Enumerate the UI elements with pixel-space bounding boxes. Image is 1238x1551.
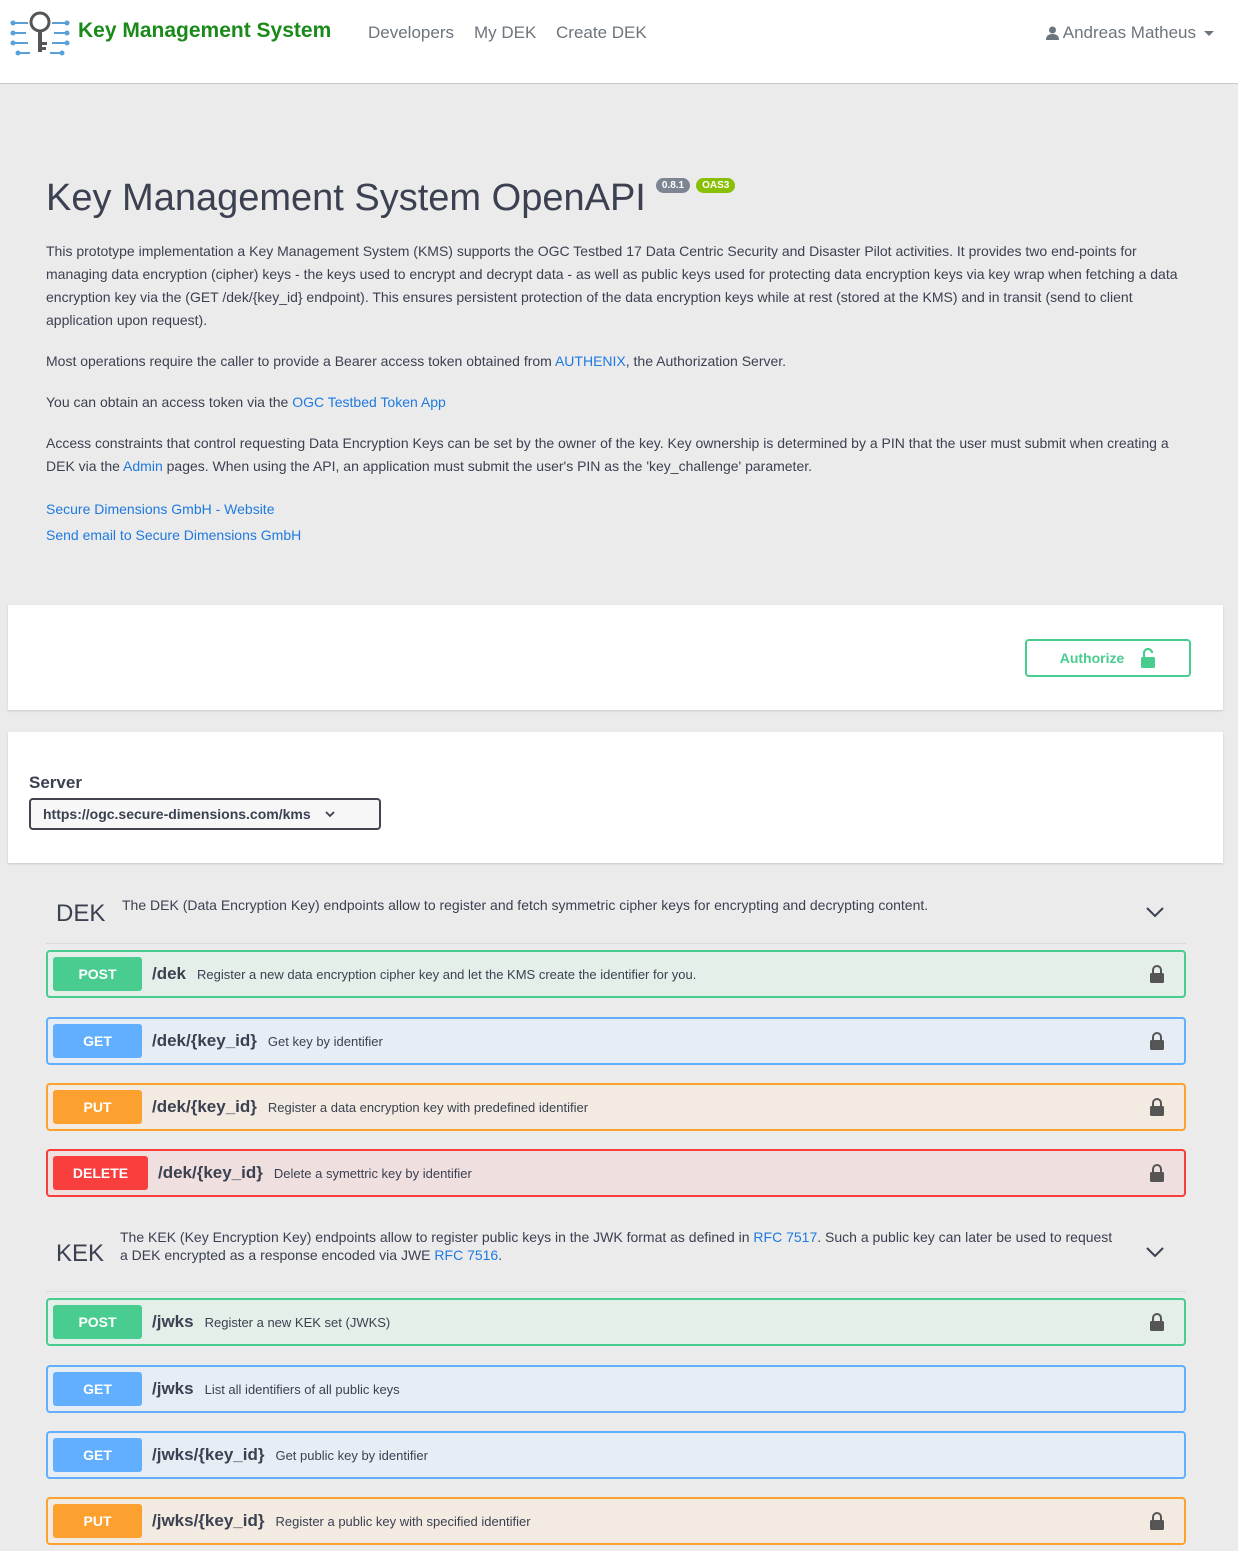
nav-link-my-dek[interactable]: My DEK [474,23,536,43]
chevron-down-icon[interactable] [1146,906,1164,918]
rfc7516-link[interactable]: RFC 7516 [434,1247,498,1263]
user-menu[interactable]: Andreas Matheus [1045,23,1214,43]
method-badge: GET [53,1438,142,1472]
lock-icon[interactable] [1149,1312,1165,1332]
api-info: Key Management System OpenAPI 0.8.1 OAS3… [46,168,1191,548]
operation-get-jwks[interactable]: GET /jwks List all identifiers of all pu… [46,1365,1186,1413]
operation-path: /dek/{key_id} [152,1031,257,1050]
p4-text-end: pages. When using the API, an applicatio… [162,458,813,474]
method-badge: POST [53,1305,142,1339]
operation-path: /jwks/{key_id} [152,1511,265,1530]
authorize-button[interactable]: Authorize [1025,639,1191,677]
operation-summary: Register a public key with specified ide… [275,1513,531,1529]
chevron-down-icon[interactable] [1146,1246,1164,1258]
p2-text-end: , the Authorization Server. [625,353,787,369]
server-select[interactable]: https://ogc.secure-dimensions.com/kms [29,798,381,830]
key-circuit-logo[interactable] [10,9,70,59]
nav-link-create-dek[interactable]: Create DEK [556,23,647,43]
operation-summary: Delete a symettric key by identifier [273,1165,472,1181]
operation-path: /dek/{key_id} [152,1097,257,1116]
operation-path: /dek [152,964,187,983]
chevron-down-icon [324,810,335,817]
operation-summary: Get public key by identifier [275,1447,428,1463]
website-link[interactable]: Secure Dimensions GmbH - Website [46,496,1191,522]
chevron-down-icon [1204,30,1214,36]
api-title-text: Key Management System OpenAPI [46,177,646,219]
operation-path: /dek/{key_id} [158,1163,263,1182]
server-selected-value: https://ogc.secure-dimensions.com/kms [43,806,311,822]
method-badge: PUT [53,1090,142,1124]
tag-kek-name: KEK [56,1240,105,1267]
tag-dek-name: DEK [56,900,106,927]
servers-section: Server https://ogc.secure-dimensions.com… [8,732,1223,863]
method-badge: DELETE [53,1156,148,1190]
method-badge: GET [53,1372,142,1406]
description-paragraph-1: This prototype implementation a Key Mana… [46,243,1178,328]
operation-path: /jwks [152,1379,194,1398]
operation-summary: Register a new KEK set (JWKS) [204,1314,391,1330]
operation-put-dek-key-id[interactable]: PUT /dek/{key_id} Register a data encryp… [46,1083,1186,1131]
lock-icon[interactable] [1149,964,1165,984]
email-link[interactable]: Send email to Secure Dimensions GmbH [46,522,1191,548]
server-label: Server [29,773,82,792]
nav-link-developers[interactable]: Developers [368,23,454,43]
method-badge: GET [53,1024,142,1058]
p3-text: You can obtain an access token via the [46,394,293,410]
operation-delete-dek-key-id[interactable]: DELETE /dek/{key_id} Delete a symettric … [46,1149,1186,1197]
method-badge: PUT [53,1504,142,1538]
token-app-link[interactable]: OGC Testbed Token App [292,394,446,410]
operation-summary: Register a data encryption key with pred… [267,1099,589,1115]
tag-dek-description: The DEK (Data Encryption Key) endpoints … [122,897,929,913]
description-paragraph-2: Most operations require the caller to pr… [46,350,1191,373]
operation-post-dek[interactable]: POST /dek Register a new data encryption… [46,950,1186,998]
brand-title[interactable]: Key Management System [78,19,331,43]
user-name: Andreas Matheus [1062,23,1196,42]
operation-get-dek-key-id[interactable]: GET /dek/{key_id} Get key by identifier [46,1017,1186,1065]
operation-path: /jwks/{key_id} [152,1445,265,1464]
navbar: Key Management System Developers My DEK … [0,0,1238,84]
lock-icon[interactable] [1149,1031,1165,1051]
operation-summary: Get key by identifier [267,1033,383,1049]
operation-get-jwks-key-id[interactable]: GET /jwks/{key_id} Get public key by ide… [46,1431,1186,1479]
authenix-link[interactable]: AUTHENIX [555,353,626,369]
rfc7517-link[interactable]: RFC 7517 [753,1229,817,1245]
unlock-icon [1141,648,1156,668]
p2-text: Most operations require the caller to pr… [46,353,555,369]
version-badge: 0.8.1 [655,178,691,193]
api-description: This prototype implementation a Key Mana… [46,240,1191,478]
kek-desc-text-1: The KEK (Key Encryption Key) endpoints a… [120,1229,754,1245]
operation-summary: List all identifiers of all public keys [204,1381,400,1397]
tag-kek-description: The KEK (Key Encryption Key) endpoints a… [120,1228,1120,1264]
authorize-section: Authorize [8,605,1223,710]
oas-badge: OAS3 [696,178,736,193]
tag-kek-header[interactable]: KEK The KEK (Key Encryption Key) endpoin… [46,1222,1186,1292]
lock-icon[interactable] [1149,1097,1165,1117]
description-paragraph-3: You can obtain an access token via the O… [46,391,1191,414]
kek-desc-text-3: . [498,1247,503,1263]
operation-summary: Register a new data encryption cipher ke… [197,966,697,982]
tag-dek-header[interactable]: DEK The DEK (Data Encryption Key) endpoi… [46,886,1186,944]
operation-put-jwks-key-id[interactable]: PUT /jwks/{key_id} Register a public key… [46,1497,1186,1545]
operation-path: /jwks [152,1312,194,1331]
operation-post-jwks[interactable]: POST /jwks Register a new KEK set (JWKS) [46,1298,1186,1346]
description-paragraph-4: Access constraints that control requesti… [46,432,1191,478]
page-title: Key Management System OpenAPI 0.8.1 OAS3 [46,168,1191,228]
lock-icon[interactable] [1149,1163,1165,1183]
lock-icon[interactable] [1149,1511,1165,1531]
method-badge: POST [53,957,142,991]
contact-links: Secure Dimensions GmbH - Website Send em… [46,496,1191,548]
admin-link[interactable]: Admin [123,458,163,474]
authorize-label: Authorize [1059,650,1125,666]
user-icon [1045,26,1059,40]
